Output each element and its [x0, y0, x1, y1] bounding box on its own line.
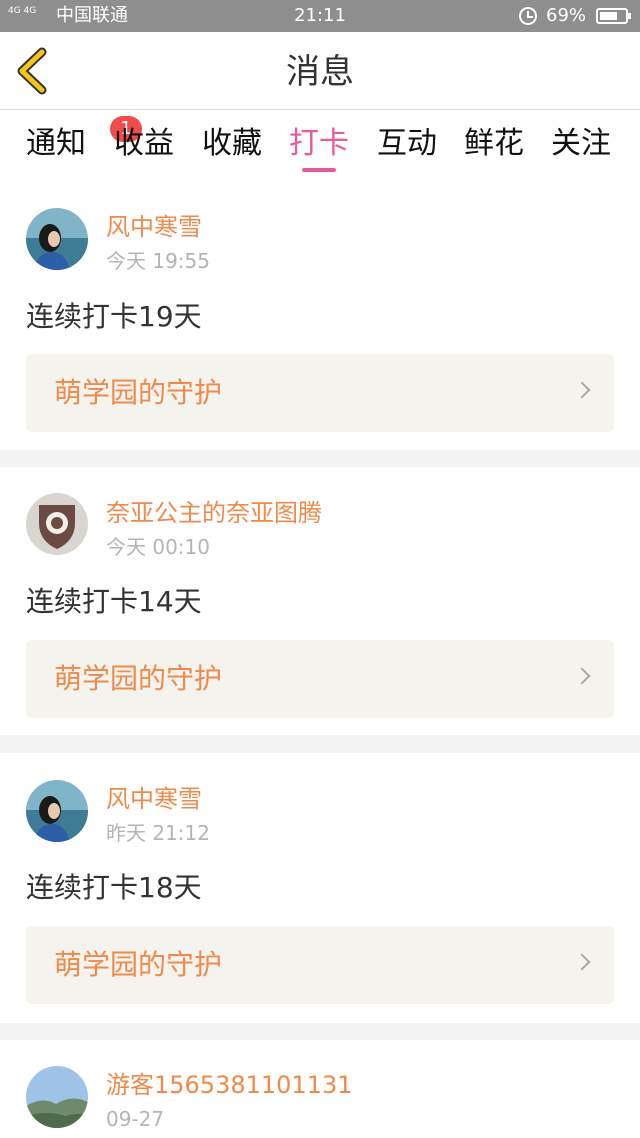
- chevron-right-icon: [573, 381, 591, 399]
- checkin-card: 奈亚公主的奈亚图腾 今天 00:10 连续打卡14天 萌学园的守护: [0, 467, 640, 735]
- group-name: 萌学园的守护: [54, 662, 223, 695]
- alarm-clock-icon: [519, 7, 537, 25]
- status-bar: 4G 4G 中国联通 21:11 69%: [0, 0, 640, 32]
- girl-seaside-avatar-icon: [26, 780, 88, 842]
- battery-percent: 69%: [546, 5, 587, 26]
- checkin-card: 游客1565381101131 09-27: [0, 1040, 640, 1138]
- avatar[interactable]: [26, 208, 88, 270]
- tab-label: 通知: [26, 126, 86, 161]
- post-time: 昨天 21:12: [106, 821, 210, 845]
- tab-favorites[interactable]: 收藏: [202, 126, 262, 162]
- tab-checkin[interactable]: 打卡: [289, 126, 349, 162]
- status-time: 21:11: [294, 5, 346, 26]
- landscape-avatar-icon: [26, 1066, 88, 1128]
- checkin-card: 风中寒雪 昨天 21:12 连续打卡18天 萌学园的守护: [0, 753, 640, 1023]
- group-name: 萌学园的守护: [54, 376, 223, 409]
- tab-earnings[interactable]: 收益: [114, 126, 174, 162]
- username[interactable]: 游客1565381101131: [106, 1070, 353, 1100]
- group-name: 萌学园的守护: [54, 948, 223, 981]
- checkin-card: 风中寒雪 今天 19:55 连续打卡19天 萌学园的守护: [0, 180, 640, 450]
- tab-interactions[interactable]: 互动: [377, 126, 437, 162]
- group-link[interactable]: 萌学园的守护: [26, 354, 614, 432]
- tab-bar: 通知 1 收益 收藏 打卡 互动 鲜花 关注: [0, 110, 640, 180]
- page-title: 消息: [286, 52, 354, 92]
- checkin-text: 连续打卡19天: [26, 300, 202, 333]
- tab-flowers[interactable]: 鲜花: [464, 126, 524, 162]
- avatar[interactable]: [26, 1066, 88, 1128]
- battery-fill: [600, 12, 617, 20]
- post-time: 09-27: [106, 1107, 165, 1131]
- post-time: 今天 00:10: [106, 535, 210, 559]
- avatar[interactable]: [26, 780, 88, 842]
- post-time: 今天 19:55: [106, 249, 210, 273]
- avatar[interactable]: [26, 493, 88, 555]
- battery-icon: [596, 8, 631, 24]
- chevron-right-icon: [573, 953, 591, 971]
- checkin-text: 连续打卡18天: [26, 871, 202, 904]
- checkin-text: 连续打卡14天: [26, 585, 202, 618]
- username[interactable]: 风中寒雪: [106, 212, 202, 242]
- username[interactable]: 风中寒雪: [106, 784, 202, 814]
- tab-following[interactable]: 关注: [551, 126, 611, 162]
- tab-notifications[interactable]: 通知 1: [26, 116, 142, 162]
- navigation-bar: 消息: [0, 32, 640, 110]
- totem-shield-avatar-icon: [26, 493, 88, 555]
- chevron-right-icon: [573, 667, 591, 685]
- group-link[interactable]: 萌学园的守护: [26, 926, 614, 1004]
- username[interactable]: 奈亚公主的奈亚图腾: [106, 498, 322, 528]
- group-link[interactable]: 萌学园的守护: [26, 640, 614, 718]
- girl-seaside-avatar-icon: [26, 208, 88, 270]
- active-tab-indicator: [302, 168, 336, 172]
